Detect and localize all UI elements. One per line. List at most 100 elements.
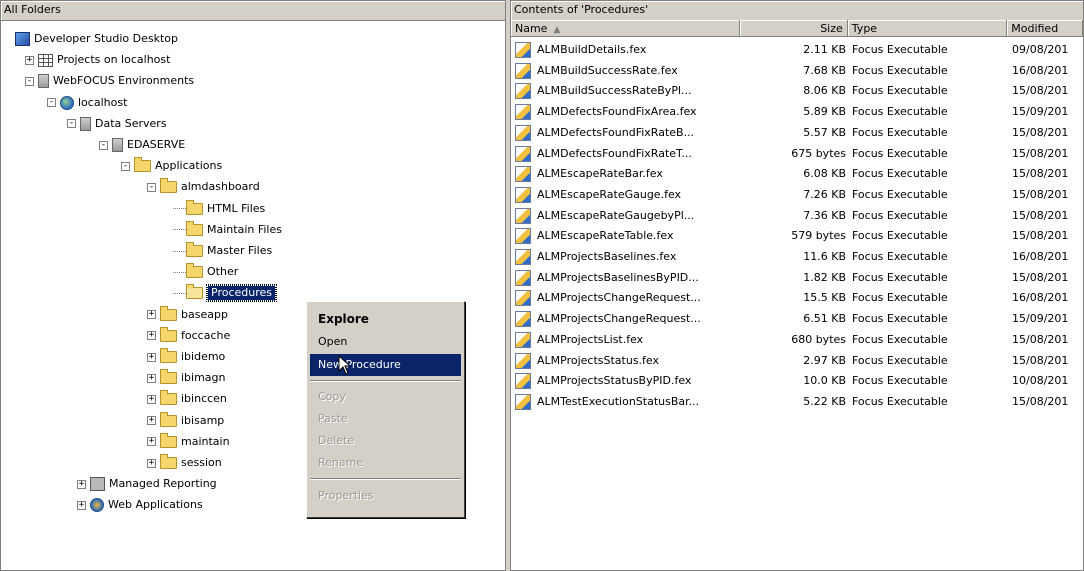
table-row[interactable]: ALMBuildSuccessRateByPl... 8.06 KB Focus E… <box>511 81 1083 101</box>
table-row[interactable]: ALMProjectsChangeRequest... 6.51 KB Focus … <box>511 309 1083 329</box>
table-row[interactable]: ALMDefectsFoundFixRateT... 675 bytes Focus… <box>511 144 1083 164</box>
tree-node[interactable]: - EDASERVE <box>99 135 185 155</box>
column-header-size[interactable]: Size <box>740 20 848 37</box>
sort-ascending-icon: ▲ <box>553 25 561 35</box>
tree-node[interactable]: + ibinccen <box>147 389 227 409</box>
table-row[interactable]: ALMProjectsList.fex 680 bytes Focus Execut… <box>511 330 1083 350</box>
collapse-icon[interactable]: - <box>147 182 156 192</box>
cell-name: ALMTestExecutionStatusBar... <box>537 394 700 408</box>
tree-node[interactable]: + Web Applications <box>77 495 203 515</box>
expand-icon[interactable]: + <box>147 437 156 447</box>
collapse-icon[interactable]: - <box>47 98 56 108</box>
cell-modified: 16/08/201 <box>1012 63 1069 77</box>
tree-node[interactable]: - Applications <box>121 156 222 176</box>
menu-item-properties[interactable]: Properties <box>310 485 461 507</box>
tree-node[interactable]: Master Files <box>173 241 272 261</box>
table-row[interactable]: ALMBuildDetails.fex 2.11 KB Focus Executab… <box>511 40 1083 60</box>
table-row[interactable]: ALMEscapeRateGauge.fex 7.26 KB Focus Execu… <box>511 185 1083 205</box>
tree-node[interactable]: - Data Servers <box>67 114 167 134</box>
table-row[interactable]: ALMBuildSuccessRate.fex 7.68 KB Focus Exec… <box>511 61 1083 81</box>
contents-title: Contents of 'Procedures' <box>511 1 1083 21</box>
folder-icon <box>186 199 203 215</box>
cell-type: Focus Executable <box>852 312 948 326</box>
collapse-icon[interactable]: - <box>25 76 34 86</box>
tree-node[interactable]: + ibisamp <box>147 411 224 431</box>
cell-modified: 10/08/201 <box>1012 374 1069 388</box>
collapse-icon[interactable]: - <box>99 140 108 150</box>
folder-icon <box>186 263 203 279</box>
table-row[interactable]: ALMEscapeRateBar.fex 6.08 KB Focus Executa… <box>511 164 1083 184</box>
tree-node[interactable]: + ibidemo <box>147 347 225 367</box>
cell-size: 579 bytes <box>791 229 846 243</box>
tree-node-label: Maintain Files <box>207 222 282 236</box>
folder-icon <box>134 157 151 173</box>
cell-type: Focus Executable <box>852 208 948 222</box>
tree-node[interactable]: HTML Files <box>173 199 265 219</box>
expand-icon[interactable]: + <box>147 352 156 362</box>
menu-item-new-procedure[interactable]: New Procedure <box>310 354 461 376</box>
tree-node[interactable]: Developer Studio Desktop <box>15 29 178 49</box>
expand-icon[interactable]: + <box>147 458 156 468</box>
menu-item-copy[interactable]: Copy <box>310 386 461 408</box>
table-row[interactable]: ALMDefectsFoundFixArea.fex 5.89 KB Focus E… <box>511 102 1083 122</box>
tree-node[interactable]: + ibimagn <box>147 368 226 388</box>
tree-node[interactable]: + session <box>147 453 222 473</box>
tree-connector <box>173 208 186 210</box>
expand-icon[interactable]: + <box>77 500 86 510</box>
cell-type: Focus Executable <box>852 250 948 263</box>
tree-node[interactable]: Maintain Files <box>173 220 282 240</box>
table-row[interactable]: ALMProjectsStatus.fex 2.97 KB Focus Execut… <box>511 351 1083 371</box>
webapp-icon <box>90 498 104 513</box>
table-row[interactable]: ALMProjectsBaselines.fex 11.6 KB Focus Exe… <box>511 247 1083 267</box>
tree-node[interactable]: Other <box>173 262 238 282</box>
tree-node[interactable]: + baseapp <box>147 305 228 325</box>
cell-size: 8.06 KB <box>803 84 846 98</box>
tree-node[interactable]: Procedures <box>173 283 277 303</box>
table-row[interactable]: ALMTestExecutionStatusBar... 5.22 KB Focus… <box>511 392 1083 412</box>
focus-executable-icon <box>515 228 531 245</box>
column-header-modified[interactable]: Modified <box>1007 20 1083 37</box>
expand-icon[interactable]: + <box>25 55 34 65</box>
table-row[interactable]: ALMProjectsBaselinesByPID... 1.82 KB Focus… <box>511 268 1083 288</box>
expand-icon[interactable]: + <box>147 416 156 426</box>
table-row[interactable]: ALMEscapeRateTable.fex 579 bytes Focus Exe… <box>511 226 1083 246</box>
column-header-name[interactable]: Name ▲ <box>511 20 741 37</box>
menu-item-delete[interactable]: Delete <box>310 430 461 452</box>
cell-type: Focus Executable <box>852 84 948 98</box>
collapse-icon[interactable]: - <box>67 119 76 129</box>
tree-node[interactable]: - localhost <box>47 93 127 113</box>
focus-executable-icon <box>515 290 531 307</box>
expand-icon[interactable]: + <box>77 479 86 489</box>
cell-type: Focus Executable <box>852 374 948 388</box>
cell-name: ALMEscapeRateBar.fex <box>537 167 663 181</box>
focus-executable-icon <box>515 124 531 141</box>
column-header-type[interactable]: Type <box>847 20 1008 37</box>
focus-executable-icon <box>515 331 531 348</box>
tree-node[interactable]: - WebFOCUS Environments <box>25 71 194 91</box>
tree-node[interactable]: - almdashboard <box>147 177 260 197</box>
focus-executable-icon <box>515 42 531 58</box>
table-row[interactable]: ALMDefectsFoundFixRateB... 5.57 KB Focus E… <box>511 123 1083 143</box>
focus-executable-icon <box>515 186 531 203</box>
table-row[interactable]: ALMProjectsChangeRequest... 15.5 KB Focus … <box>511 288 1083 308</box>
mouse-pointer-icon <box>338 355 352 375</box>
tree-node[interactable]: + Managed Reporting <box>77 474 217 494</box>
table-row[interactable]: ALMEscapeRateGaugebyPl... 7.36 KB Focus Ex… <box>511 206 1083 226</box>
menu-item-open[interactable]: Open <box>310 331 461 353</box>
expand-icon[interactable]: + <box>147 331 156 341</box>
menu-item-rename[interactable]: Rename <box>310 452 461 474</box>
menu-item-explore[interactable]: Explore <box>310 308 461 330</box>
tree-node[interactable]: + Projects on localhost <box>25 50 170 70</box>
expand-icon[interactable]: + <box>147 394 156 404</box>
expand-icon[interactable]: + <box>147 373 156 383</box>
focus-executable-icon <box>515 249 531 265</box>
collapse-icon[interactable]: - <box>121 161 130 171</box>
table-row[interactable]: ALMProjectsStatusByPID.fex 10.0 KB Focus E… <box>511 371 1083 391</box>
cell-modified: 15/09/201 <box>1012 312 1069 326</box>
cell-modified: 15/08/201 <box>1012 125 1069 139</box>
tree-node[interactable]: + maintain <box>147 432 230 452</box>
tree-node[interactable]: + foccache <box>147 326 230 346</box>
menu-item-paste[interactable]: Paste <box>310 408 461 430</box>
expand-icon[interactable]: + <box>147 310 156 320</box>
cell-modified: 09/08/201 <box>1012 43 1069 56</box>
